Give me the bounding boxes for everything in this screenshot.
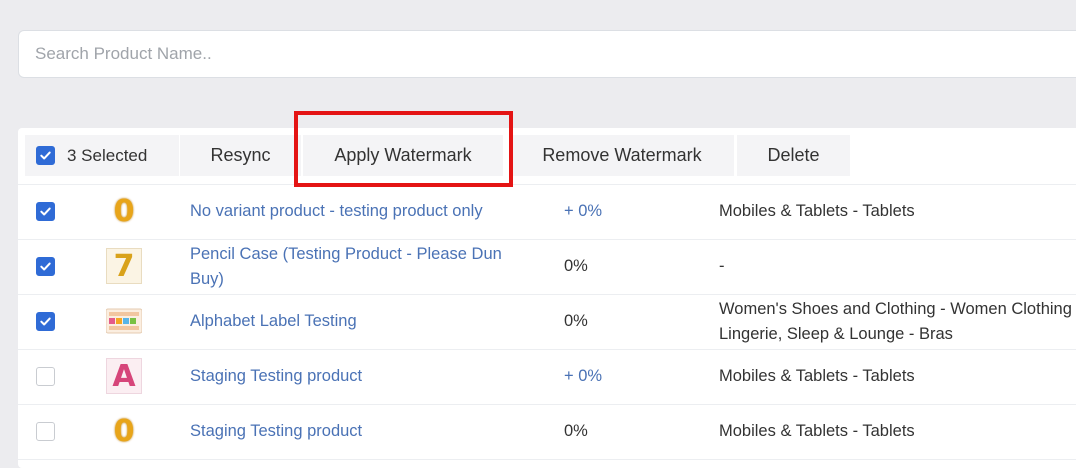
apply-watermark-button[interactable]: Apply Watermark xyxy=(303,135,503,176)
row-checkbox[interactable] xyxy=(36,367,55,386)
table-row: 7 Pencil Case (Testing Product - Please … xyxy=(18,239,1076,295)
product-thumbnail: A xyxy=(106,358,142,394)
row-checkbox[interactable] xyxy=(36,202,55,221)
pink-letter-a-image: A xyxy=(106,358,142,394)
price-change-percent: 0% xyxy=(564,312,588,330)
product-name-link[interactable]: Staging Testing product xyxy=(190,349,520,404)
price-change-percent[interactable]: + 0% xyxy=(564,349,602,404)
table-row: 0 Staging Testing product 0% Mobiles & T… xyxy=(18,404,1076,460)
delete-button[interactable]: Delete xyxy=(737,135,850,176)
check-icon xyxy=(40,262,51,271)
product-name-link[interactable]: Alphabet Label Testing xyxy=(190,294,520,349)
check-icon xyxy=(40,317,51,326)
select-all-control[interactable]: 3 Selected xyxy=(25,135,179,176)
select-all-checkbox[interactable] xyxy=(36,146,55,165)
row-checkbox[interactable] xyxy=(36,312,55,331)
product-category: - xyxy=(719,257,725,275)
product-category: Mobiles & Tablets - Tablets xyxy=(719,202,915,220)
row-checkbox[interactable] xyxy=(36,422,55,441)
gold-number-0-image: 0 xyxy=(113,413,135,449)
product-thumbnail: 7 xyxy=(106,248,142,284)
gold-number-0-image: 0 xyxy=(113,193,135,229)
selected-count-label: 3 Selected xyxy=(67,145,148,165)
remove-watermark-button[interactable]: Remove Watermark xyxy=(510,135,734,176)
product-thumbnail: 0 xyxy=(106,413,142,449)
gold-number-7-image: 7 xyxy=(106,248,142,284)
search-bar xyxy=(18,30,1076,78)
table-row: A Staging Testing product + 0% Mobiles &… xyxy=(18,349,1076,405)
check-icon xyxy=(40,207,51,216)
search-input[interactable] xyxy=(19,31,1076,77)
check-icon xyxy=(40,151,51,160)
product-category: Mobiles & Tablets - Tablets xyxy=(719,367,915,385)
product-name-link[interactable]: Staging Testing product xyxy=(190,404,520,459)
bulk-action-toolbar: 3 Selected Resync Apply Watermark Remove… xyxy=(18,111,1076,187)
table-row: Alphabet Label Testing 0% Women's Shoes … xyxy=(18,294,1076,350)
product-category: Women's Shoes and Clothing - Women Cloth… xyxy=(719,299,1076,343)
price-change-percent[interactable]: + 0% xyxy=(564,184,602,239)
price-change-percent: 0% xyxy=(564,422,588,440)
row-checkbox[interactable] xyxy=(36,257,55,276)
price-change-percent: 0% xyxy=(564,257,588,275)
resync-button[interactable]: Resync xyxy=(180,135,301,176)
product-thumbnail: 0 xyxy=(106,193,142,229)
product-thumbnail xyxy=(105,303,143,339)
product-table-panel: 3 Selected Resync Apply Watermark Remove… xyxy=(18,111,1076,468)
product-name-link[interactable]: Pencil Case (Testing Product - Please Du… xyxy=(190,239,520,294)
product-category: Mobiles & Tablets - Tablets xyxy=(719,422,915,440)
alphabet-label-image xyxy=(105,308,143,334)
product-name-link[interactable]: No variant product - testing product onl… xyxy=(190,184,520,239)
table-row: 0 No variant product - testing product o… xyxy=(18,184,1076,240)
